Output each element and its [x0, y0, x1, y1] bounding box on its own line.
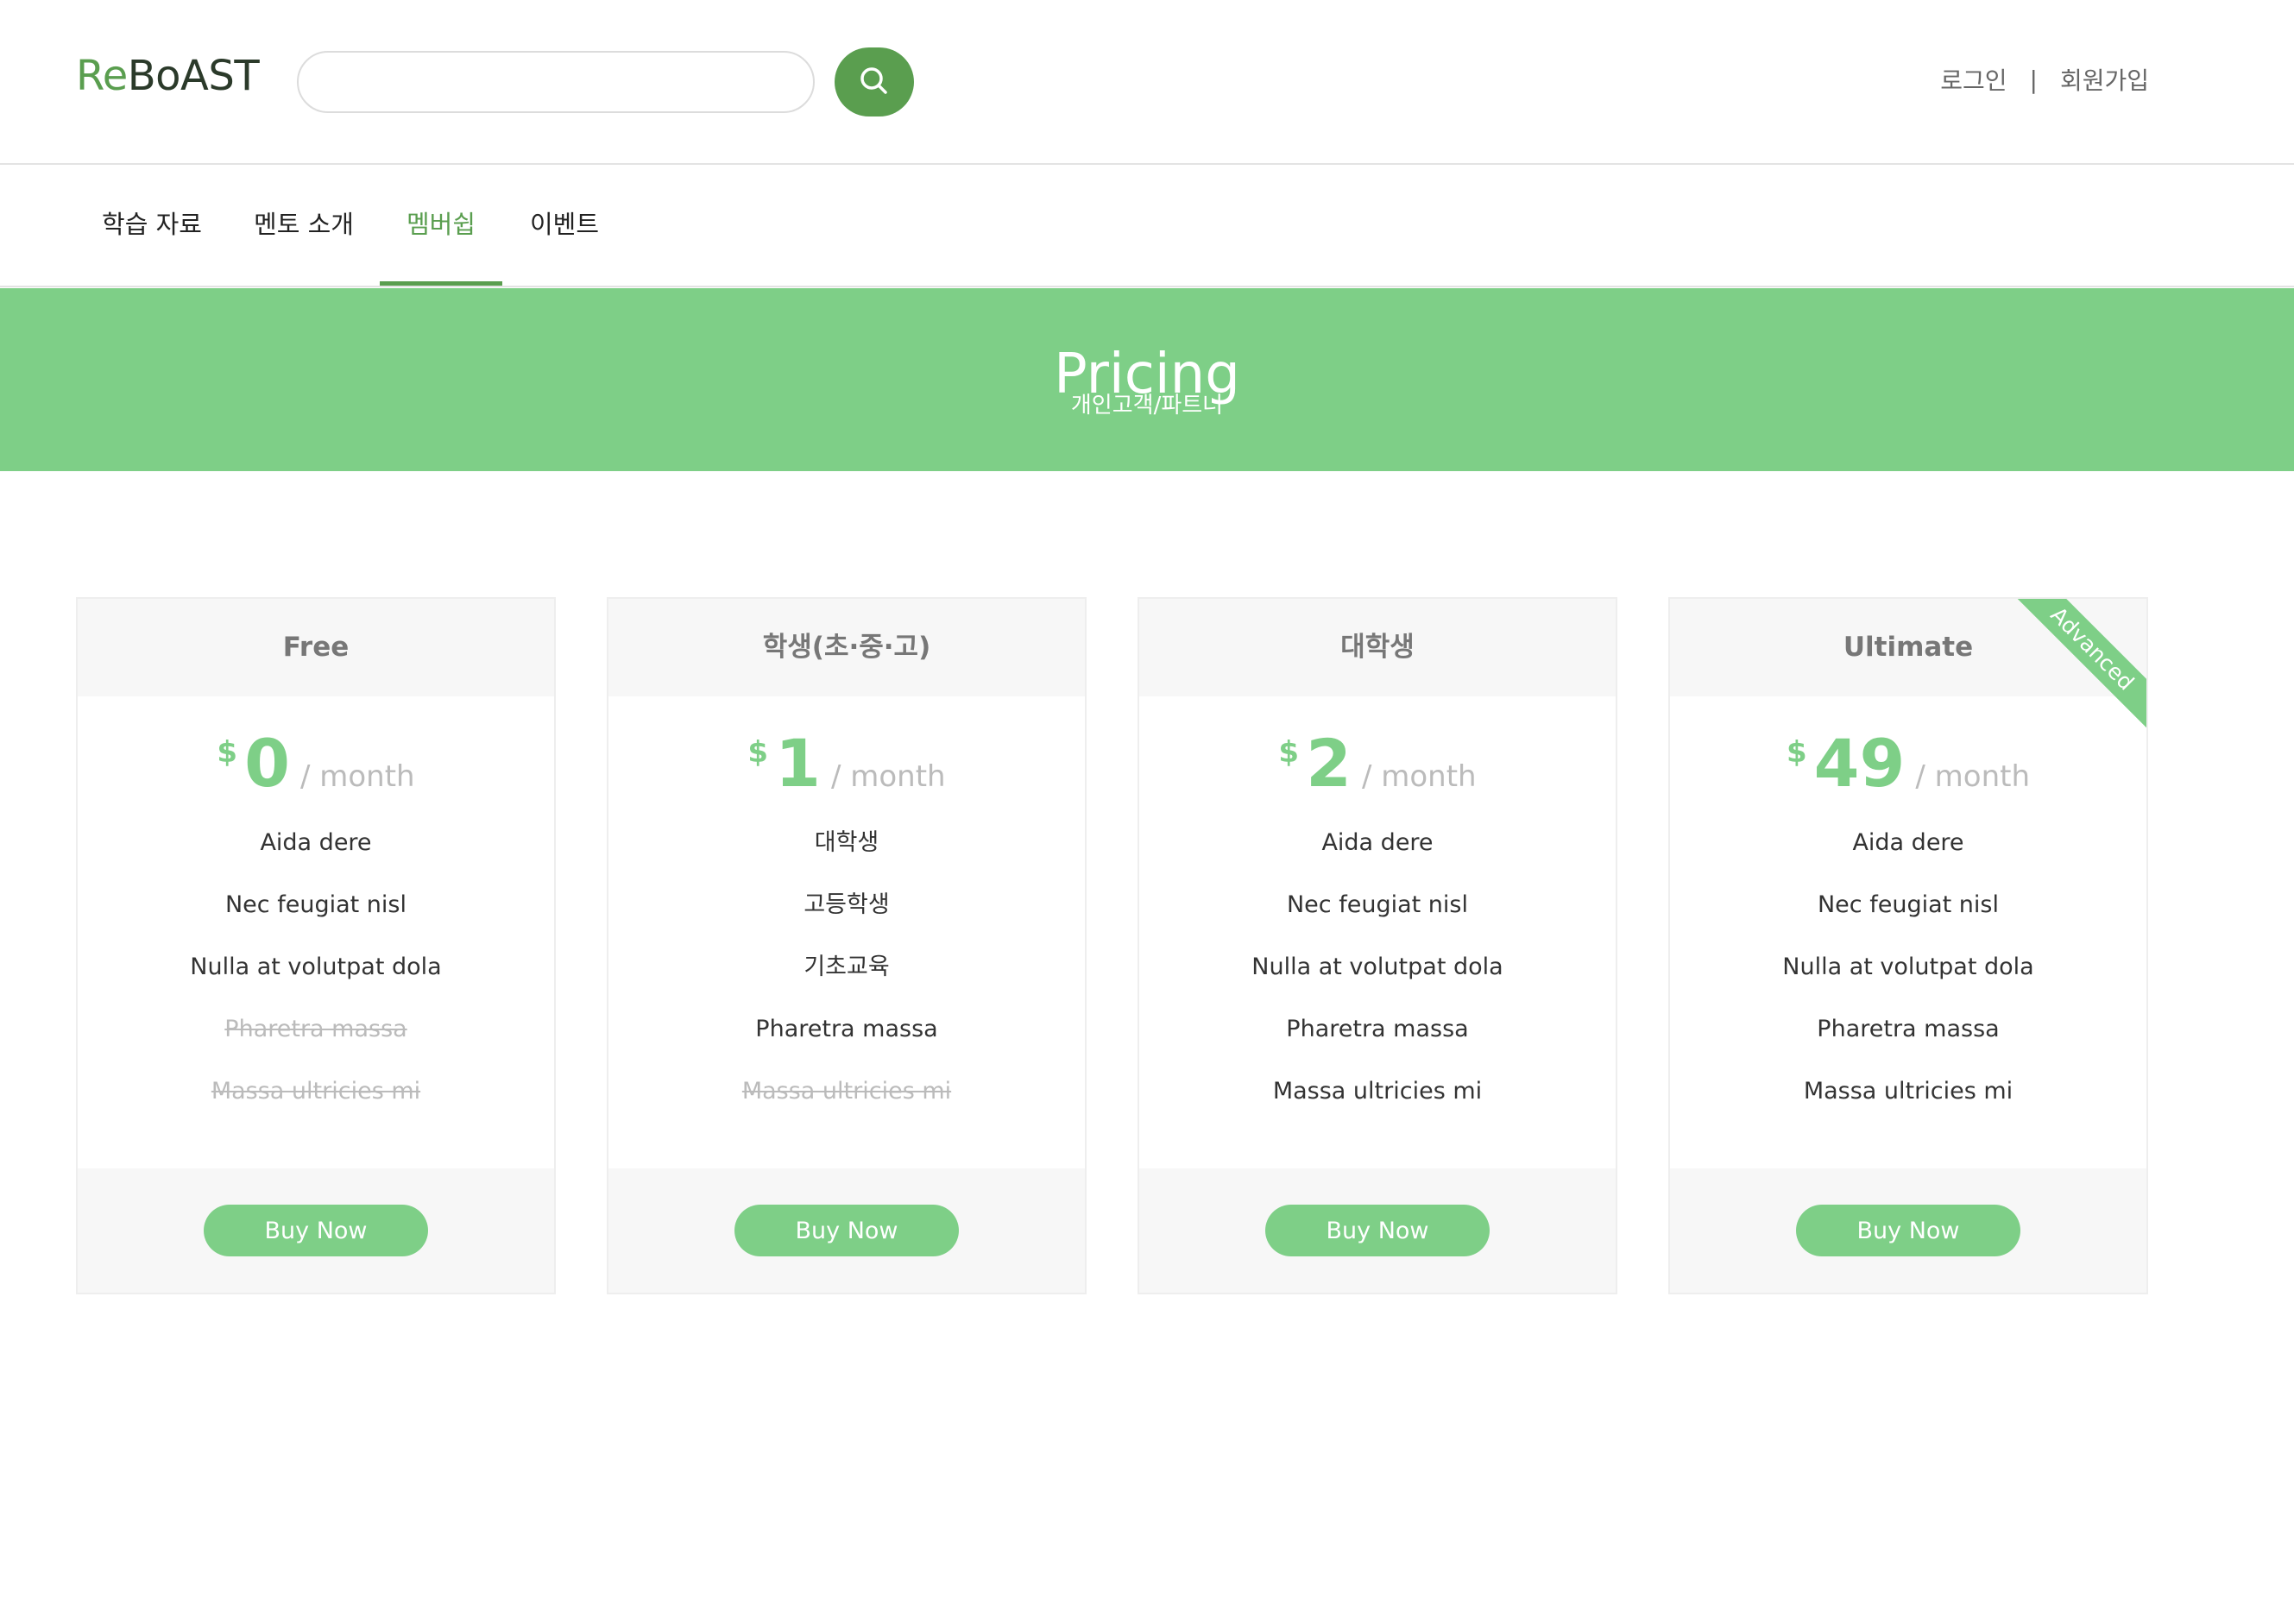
- logo-text-boast: BoAST: [127, 52, 260, 100]
- feature-item: Aida dere: [1321, 829, 1434, 856]
- feature-item: Massa ultricies mi: [1803, 1078, 2014, 1105]
- card-footer: Buy Now: [608, 1168, 1085, 1293]
- pricing-card-student: 학생(초·중·고) $ 1 / month 대학생 고등학생 기초교육 Phar…: [607, 597, 1087, 1294]
- price-currency: $: [217, 735, 238, 770]
- buy-now-button[interactable]: Buy Now: [734, 1205, 959, 1256]
- feature-item-unavailable: Pharetra massa: [224, 1016, 407, 1042]
- card-footer: Buy Now: [78, 1168, 554, 1293]
- price-period: / month: [1361, 759, 1477, 794]
- feature-item: Nec feugiat nisl: [1817, 891, 1999, 918]
- price-currency: $: [747, 735, 769, 770]
- nav-item-mentors[interactable]: 멘토 소개: [247, 167, 361, 287]
- feature-item: 고등학생: [804, 891, 890, 918]
- feature-item: 기초교육: [804, 954, 890, 980]
- price-currency: $: [1786, 735, 1807, 770]
- feature-item: Pharetra massa: [1286, 1016, 1469, 1042]
- nav-item-membership[interactable]: 멤버쉽: [380, 167, 502, 287]
- search-icon: [857, 64, 892, 101]
- price-amount: 1: [775, 725, 821, 802]
- plan-price: $ 2 / month: [1139, 696, 1616, 800]
- nav-item-learning-materials[interactable]: 학습 자료: [95, 167, 209, 287]
- feature-item: Nulla at volutpat dola: [1251, 954, 1503, 980]
- plan-name: 학생(초·중·고): [608, 599, 1085, 696]
- price-currency: $: [1278, 735, 1300, 770]
- feature-list: Aida dere Nec feugiat nisl Nulla at volu…: [1670, 800, 2146, 1123]
- feature-item: Pharetra massa: [1817, 1016, 2000, 1042]
- feature-list: 대학생 고등학생 기초교육 Pharetra massa Massa ultri…: [608, 800, 1085, 1123]
- price-amount: 49: [1813, 725, 1906, 802]
- plan-price: $ 1 / month: [608, 696, 1085, 800]
- feature-list: Aida dere Nec feugiat nisl Nulla at volu…: [1139, 800, 1616, 1123]
- card-footer: Buy Now: [1139, 1168, 1616, 1293]
- pricing-card-university: 대학생 $ 2 / month Aida dere Nec feugiat ni…: [1138, 597, 1617, 1294]
- signup-link[interactable]: 회원가입: [2060, 62, 2149, 97]
- plan-price: $ 49 / month: [1670, 696, 2146, 800]
- auth-separator: |: [2029, 65, 2038, 94]
- price-period: / month: [1915, 759, 2031, 794]
- feature-list: Aida dere Nec feugiat nisl Nulla at volu…: [78, 800, 554, 1123]
- buy-now-button[interactable]: Buy Now: [1796, 1205, 2020, 1256]
- plan-name: Free: [78, 599, 554, 696]
- site-header: ReBoAST 로그인 | 회원가입: [0, 0, 2294, 165]
- nav-active-indicator: [380, 281, 502, 286]
- price-period: / month: [830, 759, 946, 794]
- pricing-banner: Pricing 개인고객/파트너: [0, 288, 2294, 471]
- buy-now-button[interactable]: Buy Now: [204, 1205, 428, 1256]
- search-button[interactable]: [835, 47, 914, 116]
- buy-now-button[interactable]: Buy Now: [1265, 1205, 1490, 1256]
- price-amount: 0: [244, 725, 290, 802]
- pricing-card-free: Free $ 0 / month Aida dere Nec feugiat n…: [76, 597, 556, 1294]
- feature-item: Nec feugiat nisl: [1286, 891, 1468, 918]
- login-link[interactable]: 로그인: [1940, 62, 2007, 97]
- feature-item: Nulla at volutpat dola: [1782, 954, 2034, 980]
- feature-item: Pharetra massa: [755, 1016, 938, 1042]
- nav-item-events[interactable]: 이벤트: [521, 167, 608, 287]
- feature-item: Aida dere: [1852, 829, 1964, 856]
- feature-item: Nec feugiat nisl: [224, 891, 406, 918]
- plan-price: $ 0 / month: [78, 696, 554, 800]
- feature-item: Massa ultricies mi: [1272, 1078, 1483, 1105]
- price-amount: 2: [1306, 725, 1352, 802]
- page-subtitle: 개인고객/파트너: [1070, 393, 1224, 419]
- card-footer: Buy Now: [1670, 1168, 2146, 1293]
- site-logo[interactable]: ReBoAST: [76, 50, 260, 102]
- plan-name: 대학생: [1139, 599, 1616, 696]
- page: ReBoAST 로그인 | 회원가입 학습 자료 멘토 소개 멤버쉽 이벤트 P…: [0, 0, 2294, 1624]
- search-input[interactable]: [297, 51, 815, 113]
- feature-item-unavailable: Massa ultricies mi: [211, 1078, 421, 1105]
- pricing-card-ultimate: Ultimate Advanced $ 49 / month Aida dere…: [1668, 597, 2148, 1294]
- feature-item: 대학생: [814, 829, 879, 856]
- main-nav: 학습 자료 멘토 소개 멤버쉽 이벤트: [0, 167, 2294, 287]
- price-period: / month: [299, 759, 415, 794]
- feature-item: Nulla at volutpat dola: [190, 954, 442, 980]
- logo-text-re: Re: [76, 52, 128, 100]
- feature-item: Aida dere: [260, 829, 372, 856]
- auth-links: 로그인 | 회원가입: [1940, 62, 2149, 97]
- feature-item-unavailable: Massa ultricies mi: [741, 1078, 952, 1105]
